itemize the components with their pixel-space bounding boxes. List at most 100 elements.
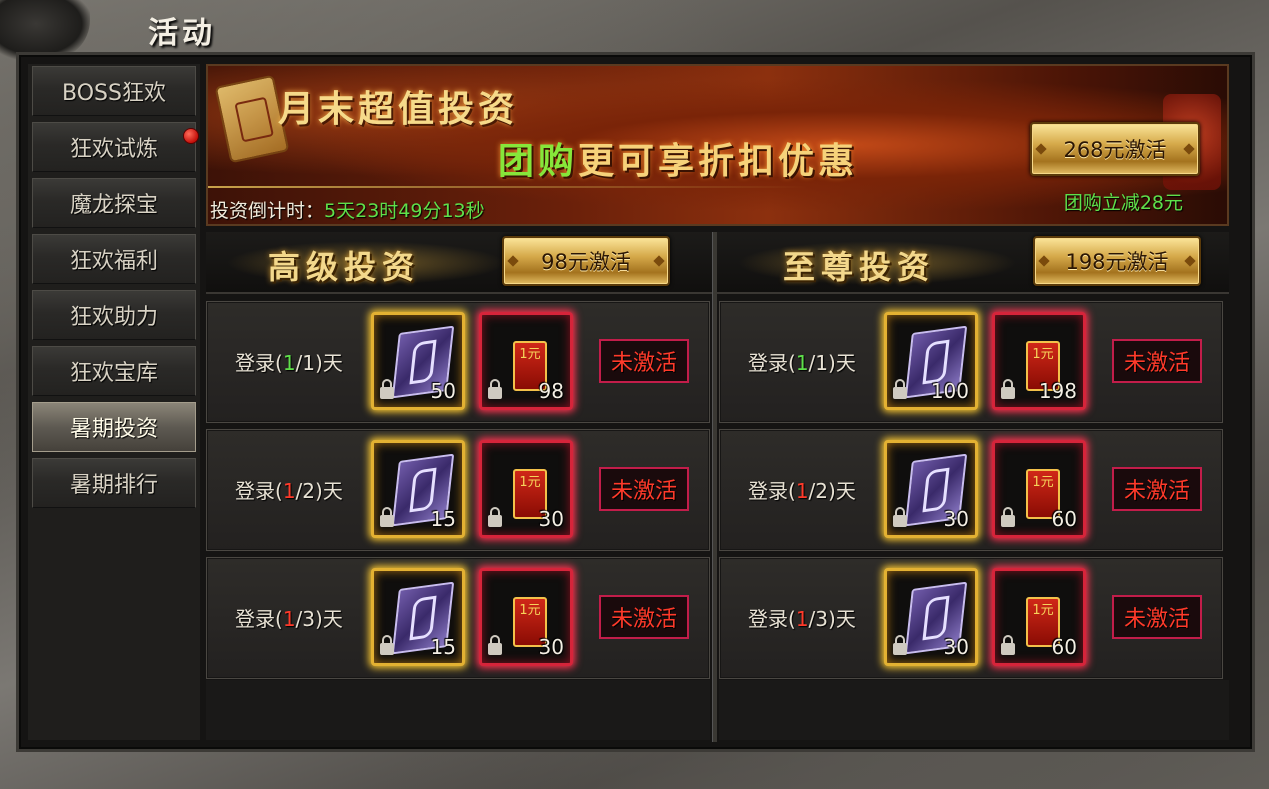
item-quantity: 30 bbox=[538, 635, 564, 659]
group-buy-activate-button[interactable]: 268元激活 bbox=[1030, 122, 1200, 176]
status-badge: 未激活 bbox=[1112, 595, 1202, 639]
lock-icon bbox=[380, 635, 394, 655]
lock-icon bbox=[380, 379, 394, 399]
status-badge: 未激活 bbox=[599, 339, 689, 383]
status-badge: 未激活 bbox=[599, 595, 689, 639]
reward-slot-envelope[interactable]: 1元 30 bbox=[479, 568, 573, 666]
label-suffix: /3)天 bbox=[808, 607, 856, 631]
reward-slot-scroll[interactable]: 15 bbox=[371, 568, 465, 666]
promo-banner: 月末超值投资 团购更可享折扣优惠 投资倒计时：5天23时49分13秒 268元激… bbox=[206, 64, 1229, 226]
button-label: 198元激活 bbox=[1065, 250, 1169, 274]
banner-subtitle-highlight: 团购 bbox=[498, 141, 579, 182]
column-title: 至尊投资 bbox=[783, 248, 936, 286]
reward-slot-envelope[interactable]: 1元 60 bbox=[992, 440, 1086, 538]
countdown-label: 投资倒计时： bbox=[210, 200, 325, 222]
sidebar-item-summer-rank[interactable]: 暑期排行 bbox=[32, 458, 196, 508]
reward-row: 登录(1/1)天 100 1元 198 未激活 bbox=[719, 301, 1223, 423]
label-current: 1 bbox=[795, 607, 809, 631]
reward-slot-scroll[interactable]: 100 bbox=[884, 312, 978, 410]
item-quantity: 30 bbox=[538, 507, 564, 531]
reward-slot-scroll[interactable]: 30 bbox=[884, 440, 978, 538]
sidebar-item-label: 狂欢福利 bbox=[69, 249, 158, 274]
window-title: 活动 bbox=[148, 16, 216, 51]
lock-icon bbox=[488, 507, 502, 527]
label-prefix: 登录( bbox=[235, 607, 283, 631]
lock-icon bbox=[893, 379, 907, 399]
button-label: 98元激活 bbox=[541, 250, 631, 274]
label-prefix: 登录( bbox=[748, 351, 796, 375]
sidebar-item-assist[interactable]: 狂欢助力 bbox=[32, 290, 196, 340]
reward-row: 登录(1/2)天 30 1元 60 未激活 bbox=[719, 429, 1223, 551]
label-current: 1 bbox=[795, 479, 809, 503]
sidebar-item-vault[interactable]: 狂欢宝库 bbox=[32, 346, 196, 396]
login-day-label: 登录(1/2)天 bbox=[235, 475, 343, 504]
notification-dot-icon bbox=[183, 128, 199, 144]
item-quantity: 60 bbox=[1051, 635, 1077, 659]
label-current: 1 bbox=[282, 479, 296, 503]
empty-area bbox=[206, 680, 710, 740]
banner-title: 月末超值投资 bbox=[278, 89, 519, 130]
item-quantity: 30 bbox=[943, 507, 969, 531]
sidebar-item-summer-invest[interactable]: 暑期投资 bbox=[32, 402, 196, 452]
item-quantity: 15 bbox=[430, 635, 456, 659]
dragon-ornament-icon bbox=[0, 0, 90, 60]
item-quantity: 60 bbox=[1051, 507, 1077, 531]
advanced-activate-button[interactable]: 98元激活 bbox=[502, 236, 670, 286]
reward-row: 登录(1/1)天 50 1元 98 未激活 bbox=[206, 301, 710, 423]
label-suffix: /3)天 bbox=[295, 607, 343, 631]
label-suffix: /1)天 bbox=[295, 351, 343, 375]
sidebar-item-boss[interactable]: BOSS狂欢 bbox=[32, 66, 196, 116]
status-badge: 未激活 bbox=[1112, 339, 1202, 383]
advanced-invest-header: 高级投资 98元激活 bbox=[206, 232, 712, 294]
label-prefix: 登录( bbox=[235, 479, 283, 503]
sidebar-item-label: 狂欢试炼 bbox=[69, 137, 158, 162]
button-label: 268元激活 bbox=[1063, 138, 1167, 162]
item-quantity: 98 bbox=[538, 379, 564, 403]
reward-slot-envelope[interactable]: 1元 60 bbox=[992, 568, 1086, 666]
reward-slot-envelope[interactable]: 1元 198 bbox=[992, 312, 1086, 410]
reward-row: 登录(1/2)天 15 1元 30 未激活 bbox=[206, 429, 710, 551]
reward-row: 登录(1/3)天 30 1元 60 未激活 bbox=[719, 557, 1223, 679]
lock-icon bbox=[1001, 379, 1015, 399]
sidebar: BOSS狂欢 狂欢试炼 魔龙探宝 狂欢福利 狂欢助力 狂欢宝库 暑期投资 暑期排… bbox=[28, 64, 200, 740]
countdown: 投资倒计时：5天23时49分13秒 bbox=[210, 196, 485, 223]
lock-icon bbox=[893, 507, 907, 527]
label-prefix: 登录( bbox=[235, 351, 283, 375]
sidebar-item-treasure-hunt[interactable]: 魔龙探宝 bbox=[32, 178, 196, 228]
label-current: 1 bbox=[282, 351, 296, 375]
login-day-label: 登录(1/2)天 bbox=[748, 475, 856, 504]
column-title: 高级投资 bbox=[268, 248, 421, 286]
sidebar-item-trial[interactable]: 狂欢试炼 bbox=[32, 122, 199, 172]
empty-area bbox=[719, 680, 1229, 740]
reward-row: 登录(1/3)天 15 1元 30 未激活 bbox=[206, 557, 710, 679]
supreme-activate-button[interactable]: 198元激活 bbox=[1033, 236, 1201, 286]
discount-text: 团购立减28元 bbox=[1063, 192, 1183, 214]
sidebar-item-label: 暑期排行 bbox=[69, 473, 158, 498]
banner-divider bbox=[208, 186, 808, 188]
reward-slot-scroll[interactable]: 50 bbox=[371, 312, 465, 410]
reward-slot-scroll[interactable]: 30 bbox=[884, 568, 978, 666]
label-suffix: /1)天 bbox=[808, 351, 856, 375]
item-quantity: 50 bbox=[430, 379, 456, 403]
sidebar-item-label: 狂欢助力 bbox=[69, 305, 158, 330]
reward-slot-scroll[interactable]: 15 bbox=[371, 440, 465, 538]
item-quantity: 15 bbox=[430, 507, 456, 531]
countdown-value: 5天23时49分13秒 bbox=[324, 200, 485, 222]
reward-slot-envelope[interactable]: 1元 30 bbox=[479, 440, 573, 538]
sidebar-item-label: 魔龙探宝 bbox=[69, 193, 158, 218]
sidebar-item-welfare[interactable]: 狂欢福利 bbox=[32, 234, 196, 284]
item-quantity: 30 bbox=[943, 635, 969, 659]
lock-icon bbox=[488, 635, 502, 655]
item-quantity: 198 bbox=[1038, 379, 1077, 403]
item-quantity: 100 bbox=[930, 379, 969, 403]
label-current: 1 bbox=[282, 607, 296, 631]
banner-subtitle-text: 更可享折扣优惠 bbox=[578, 141, 859, 182]
reward-slot-envelope[interactable]: 1元 98 bbox=[479, 312, 573, 410]
login-day-label: 登录(1/1)天 bbox=[235, 347, 343, 376]
label-prefix: 登录( bbox=[748, 479, 796, 503]
lock-icon bbox=[380, 507, 394, 527]
login-day-label: 登录(1/3)天 bbox=[235, 603, 343, 632]
lock-icon bbox=[1001, 507, 1015, 527]
label-current: 1 bbox=[795, 351, 809, 375]
banner-subtitle: 团购更可享折扣优惠 bbox=[498, 132, 858, 184]
